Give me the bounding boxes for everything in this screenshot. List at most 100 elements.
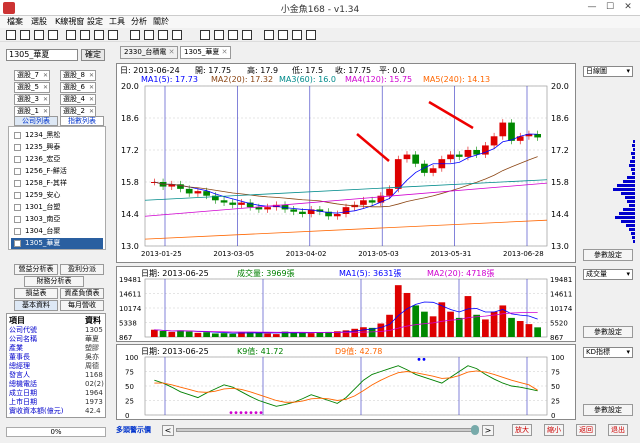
- menu-about[interactable]: 關於: [150, 16, 172, 28]
- menu-analysis[interactable]: 分析: [128, 16, 150, 28]
- group-tab[interactable]: 選股_4 ✕: [60, 94, 96, 105]
- price-chart[interactable]: 日: 2013-06-24 開: 17.75 高: 17.9 低: 17.5 收…: [117, 64, 575, 262]
- toolbar-wave3-icon[interactable]: [228, 30, 238, 40]
- volume-chart[interactable]: 日期: 2013-06-25 成交量: 3969張 MA1(5): 3631張 …: [117, 267, 575, 341]
- maximize-button[interactable]: ☐: [602, 1, 618, 14]
- toolbar-last-icon[interactable]: [48, 30, 58, 40]
- close-icon[interactable]: ✕: [89, 83, 94, 92]
- toolbar-next-icon[interactable]: [34, 30, 44, 40]
- list-item[interactable]: 1304_台聚: [11, 226, 103, 237]
- close-icon[interactable]: ✕: [222, 48, 228, 56]
- list-item-selected[interactable]: 1305_華夏: [11, 238, 103, 249]
- list-item[interactable]: 1303_南亞: [11, 214, 103, 225]
- toolbar-first-icon[interactable]: [6, 30, 16, 40]
- checkbox[interactable]: [14, 204, 21, 211]
- list-item[interactable]: 1259_安心: [11, 190, 103, 201]
- scroll-track[interactable]: [176, 428, 476, 432]
- basic-info-button[interactable]: 基本資料: [14, 300, 58, 311]
- checkbox[interactable]: [14, 192, 21, 199]
- balance-sheet-button[interactable]: 資產負債表: [60, 288, 104, 299]
- group-tab[interactable]: 選股_6 ✕: [60, 82, 96, 93]
- group-tab[interactable]: 選股_7 ✕: [14, 70, 50, 81]
- toolbar-tool4-icon[interactable]: [172, 30, 182, 40]
- toolbar-chart1-icon[interactable]: [66, 30, 76, 40]
- checkbox[interactable]: [14, 144, 21, 151]
- close-icon[interactable]: ✕: [89, 95, 94, 104]
- close-icon[interactable]: ✕: [43, 71, 48, 80]
- dividend-button[interactable]: 盈利分派: [60, 264, 104, 275]
- zoom-out-button[interactable]: 縮小: [544, 424, 564, 436]
- tab-1305[interactable]: 1305_華夏 ✕: [180, 46, 232, 59]
- back-button[interactable]: 返回: [576, 424, 596, 436]
- close-icon[interactable]: ✕: [43, 107, 48, 116]
- volume-select[interactable]: 成交量 ▾: [583, 269, 633, 280]
- toolbar-tool1-icon[interactable]: [130, 30, 140, 40]
- indicator-select[interactable]: KD指標 ▾: [583, 347, 633, 358]
- toolbar-grid4-icon[interactable]: [306, 30, 316, 40]
- checkbox[interactable]: [14, 132, 21, 139]
- toolbar-wave4-icon[interactable]: [242, 30, 252, 40]
- toolbar-chart3-icon[interactable]: [94, 30, 104, 40]
- toolbar-prev-icon[interactable]: [20, 30, 30, 40]
- close-icon[interactable]: ✕: [89, 71, 94, 80]
- checkbox[interactable]: [14, 168, 21, 175]
- toolbar-chart4-icon[interactable]: [108, 30, 118, 40]
- price-chart-panel[interactable]: 日: 2013-06-24 開: 17.75 高: 17.9 低: 17.5 收…: [116, 63, 576, 263]
- toolbar-grid3-icon[interactable]: [292, 30, 302, 40]
- volume-chart-panel[interactable]: 日期: 2013-06-25 成交量: 3969張 MA1(5): 3631張 …: [116, 266, 576, 342]
- zoom-in-button[interactable]: 放大: [512, 424, 532, 436]
- toolbar-chart2-icon[interactable]: [80, 30, 90, 40]
- indicator-param-button[interactable]: 參數設定: [583, 404, 633, 416]
- toolbar-grid2-icon[interactable]: [278, 30, 288, 40]
- list-item[interactable]: 1258_F-其祥: [11, 178, 103, 189]
- list-item[interactable]: 1256_F-鮮活: [11, 166, 103, 177]
- close-button[interactable]: ✕: [620, 1, 636, 14]
- group-tab[interactable]: 選股_8 ✕: [60, 70, 96, 81]
- minimize-button[interactable]: —: [584, 1, 600, 14]
- chart-type-select[interactable]: 日線圖 ▾: [583, 66, 633, 77]
- menu-select-stock[interactable]: 選股: [28, 16, 50, 28]
- checkbox[interactable]: [14, 240, 21, 247]
- scroll-thumb[interactable]: [471, 425, 479, 435]
- menu-kline-window[interactable]: K線視窗: [52, 16, 87, 28]
- list-item[interactable]: 1301_台塑: [11, 202, 103, 213]
- scroll-right-button[interactable]: >: [482, 425, 494, 436]
- toolbar-wave2-icon[interactable]: [214, 30, 224, 40]
- scroll-left-button[interactable]: <: [162, 425, 174, 436]
- income-statement-button[interactable]: 損益表: [14, 288, 58, 299]
- stock-search-input[interactable]: 1305_華夏: [6, 49, 78, 61]
- list-item[interactable]: 1235_興泰: [11, 142, 103, 153]
- group-tab[interactable]: 選股_3 ✕: [14, 94, 50, 105]
- price-param-button[interactable]: 參數設定: [583, 249, 633, 261]
- checkbox[interactable]: [14, 180, 21, 187]
- kd-chart-panel[interactable]: 日期: 2013-06-25 K9值: 41.72 D9值: 42.78 100…: [116, 344, 576, 420]
- monthly-revenue-button[interactable]: 每月營收: [60, 300, 104, 311]
- list-item[interactable]: 1234_黑松: [11, 130, 103, 141]
- financial-analysis-button[interactable]: 財務分析表: [24, 276, 84, 287]
- menu-file[interactable]: 檔案: [4, 16, 26, 28]
- profit-analysis-button[interactable]: 營益分析表: [14, 264, 58, 275]
- toolbar-tool2-icon[interactable]: [144, 30, 154, 40]
- confirm-button[interactable]: 確定: [81, 49, 105, 61]
- tab-index-list[interactable]: 指數列表: [60, 116, 104, 126]
- checkbox[interactable]: [14, 156, 21, 163]
- toolbar-tool3-icon[interactable]: [158, 30, 168, 40]
- exit-button[interactable]: 退出: [608, 424, 628, 436]
- volume-param-button[interactable]: 參數設定: [583, 326, 633, 338]
- tab-2330[interactable]: 2330_台積電 ✕: [120, 46, 179, 59]
- kd-chart[interactable]: 日期: 2013-06-25 K9值: 41.72 D9值: 42.78 100…: [117, 345, 575, 419]
- group-tab[interactable]: 選股_5 ✕: [14, 82, 50, 93]
- toolbar-grid1-icon[interactable]: [264, 30, 274, 40]
- close-icon[interactable]: ✕: [43, 83, 48, 92]
- menu-tools[interactable]: 工具: [106, 16, 128, 28]
- close-icon[interactable]: ✕: [43, 95, 48, 104]
- close-icon[interactable]: ✕: [169, 48, 175, 56]
- close-icon[interactable]: ✕: [89, 107, 94, 116]
- stock-name: 1259_安心: [25, 191, 61, 199]
- checkbox[interactable]: [14, 228, 21, 235]
- checkbox[interactable]: [14, 216, 21, 223]
- tab-company-list[interactable]: 公司列表: [14, 116, 58, 126]
- menu-settings[interactable]: 設定: [84, 16, 106, 28]
- toolbar-wave1-icon[interactable]: [200, 30, 210, 40]
- list-item[interactable]: 1236_宏亞: [11, 154, 103, 165]
